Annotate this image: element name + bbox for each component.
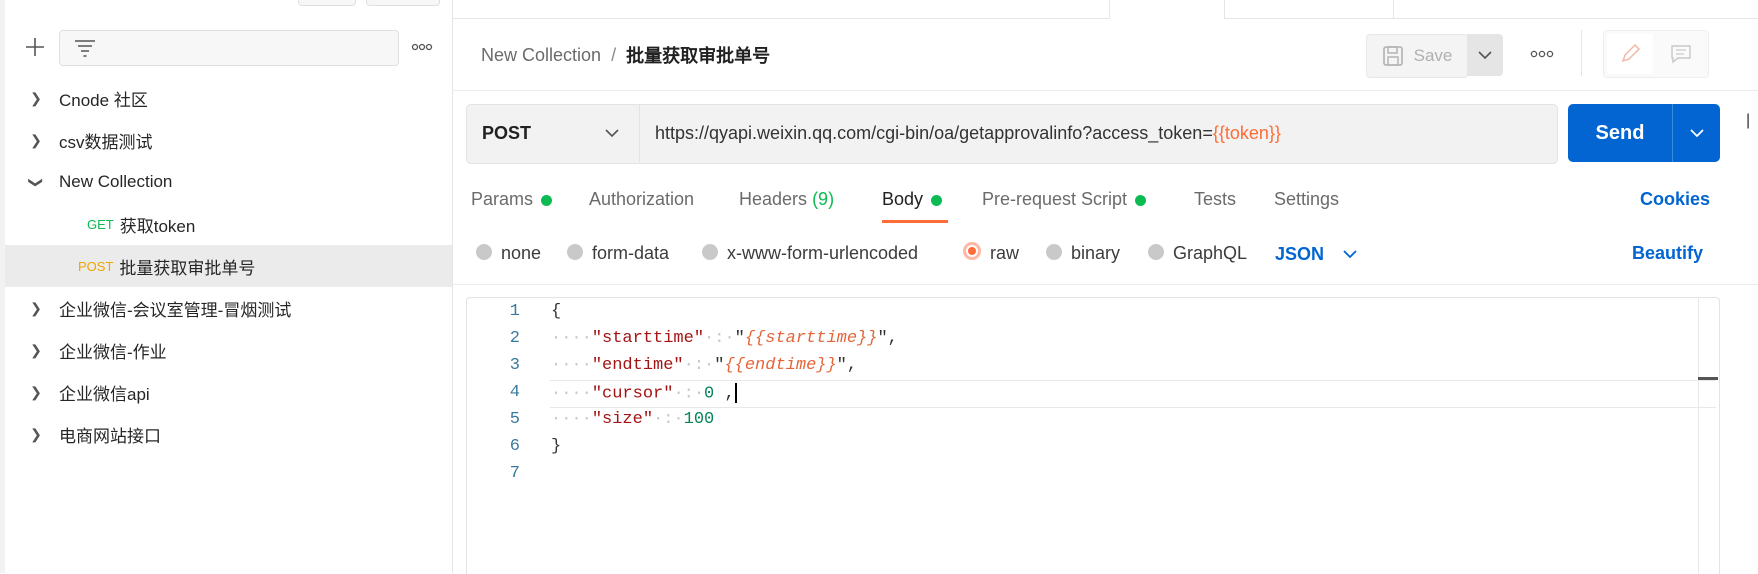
chevron-down-icon: [1343, 250, 1357, 259]
cookies-link[interactable]: Cookies: [1640, 189, 1710, 210]
line-number: 7: [509, 464, 520, 483]
code-line: ····"cursor"·:·0 ,: [551, 383, 737, 404]
radio-label-raw: raw: [990, 243, 1020, 263]
radio-label-form-data: form-data: [592, 243, 670, 263]
tab-headers[interactable]: Headers (9): [739, 189, 834, 210]
line-number: 5: [509, 410, 520, 429]
radio-binary[interactable]: [1046, 244, 1062, 260]
sidebar-item-ecommerce[interactable]: ❯ 电商网站接口: [5, 413, 452, 455]
format-select[interactable]: JSON: [1275, 241, 1385, 267]
text-cursor: [734, 383, 737, 403]
sidebar-item-label: 企业微信-作业: [59, 342, 167, 362]
code-line: ····"size"·:·100: [551, 410, 715, 429]
tab-authorization[interactable]: Authorization: [589, 189, 694, 210]
line-number: 4: [509, 383, 520, 402]
code-line: ····"starttime"·:·"{{starttime}}",: [551, 329, 898, 348]
editor-minimap-divider: [1698, 298, 1699, 573]
radio-label-binary: binary: [1071, 243, 1121, 263]
radio-none[interactable]: [476, 244, 492, 260]
sidebar-item-wechat-homework[interactable]: ❯ 企业微信-作业: [5, 329, 452, 371]
sidebar-item-wechat-meeting[interactable]: ❯ 企业微信-会议室管理-冒烟测试: [5, 287, 452, 329]
radio-label-none: none: [501, 243, 542, 263]
line-number: 2: [509, 329, 520, 348]
active-tab-indicator: [882, 220, 948, 223]
line-number: 6: [509, 437, 520, 456]
request-tabs: Params Authorization Headers (9) Body Pr…: [0, 0, 1758, 230]
chevron-right-icon[interactable]: ❯: [21, 300, 51, 317]
radio-raw[interactable]: [963, 242, 981, 260]
tab-body[interactable]: Body: [882, 189, 943, 210]
format-value: JSON: [1275, 243, 1325, 264]
sidebar-item-label: 企业微信api: [59, 384, 150, 404]
chevron-right-icon[interactable]: ❯: [21, 342, 51, 359]
chevron-right-icon[interactable]: ❯: [21, 384, 51, 401]
tab-params[interactable]: Params: [471, 189, 553, 210]
headers-count: (9): [812, 189, 835, 209]
radio-urlencoded[interactable]: [702, 244, 718, 260]
radio-label-urlencoded: x-www-form-urlencoded: [727, 243, 919, 263]
status-dot: [931, 194, 943, 206]
sidebar-item-wechat-api[interactable]: ❯ 企业微信api: [5, 371, 452, 413]
radio-graphql[interactable]: [1148, 244, 1164, 260]
code-line: ····"endtime"·:·"{{endtime}}",: [551, 356, 858, 375]
sidebar-item-label: 批量获取审批单号: [119, 258, 256, 278]
beautify-link[interactable]: Beautify: [1632, 243, 1703, 264]
sidebar-request-approval[interactable]: POST 批量获取审批单号: [5, 245, 452, 287]
code-line: {: [551, 302, 562, 321]
sidebar-item-label: 企业微信-会议室管理-冒烟测试: [59, 300, 292, 320]
radio-form-data[interactable]: [567, 244, 583, 260]
radio-label-graphql: GraphQL: [1173, 243, 1248, 263]
method-badge: POST: [78, 258, 114, 274]
tab-tests[interactable]: Tests: [1194, 189, 1236, 210]
tab-prerequest[interactable]: Pre-request Script: [982, 189, 1147, 210]
line-number: 1: [509, 302, 520, 321]
code-line: }: [551, 437, 562, 456]
tab-settings[interactable]: Settings: [1274, 189, 1339, 210]
chevron-right-icon[interactable]: ❯: [21, 426, 51, 443]
sidebar-item-label: 电商网站接口: [59, 426, 161, 446]
line-number: 3: [509, 356, 520, 375]
status-dot: [1135, 194, 1147, 206]
body-toolbar-separator: [452, 284, 1758, 285]
status-dot: [541, 194, 553, 206]
